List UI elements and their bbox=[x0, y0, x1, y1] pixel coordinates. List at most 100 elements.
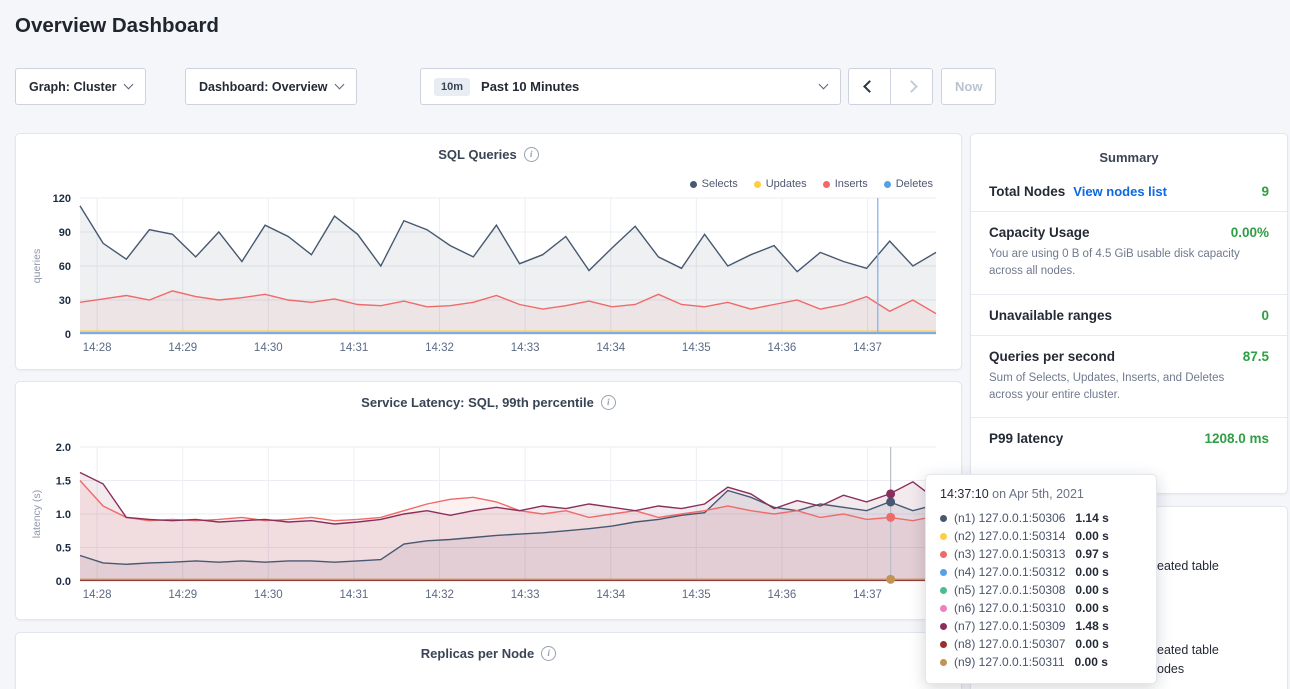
time-nav-group bbox=[848, 68, 933, 105]
summary-title: Summary bbox=[971, 134, 1287, 171]
tooltip-row: (n6) 127.0.0.1:503100.00 s bbox=[940, 599, 1142, 617]
tooltip-date: on Apr 5th, 2021 bbox=[989, 487, 1084, 501]
summary-row-total-nodes: Total Nodes View nodes list 9 bbox=[971, 171, 1287, 211]
svg-text:1.5: 1.5 bbox=[56, 476, 71, 488]
tooltip-rows: (n1) 127.0.0.1:50306 1.14 s (n2) 127.0.0.1… bbox=[940, 509, 1142, 671]
graph-dropdown-label: Graph: Cluster bbox=[29, 80, 117, 94]
legend-item-selects[interactable]: Selects bbox=[690, 178, 738, 190]
legend-dot-icon bbox=[690, 181, 697, 188]
svg-text:14:32: 14:32 bbox=[425, 589, 454, 601]
tooltip-node-label: (n4) 127.0.0.1:50312 bbox=[954, 565, 1065, 579]
series-dot-icon bbox=[940, 569, 947, 576]
summary-block-qps: Queries per second 87.5 Sum of Selects, … bbox=[971, 336, 1287, 418]
now-button-label: Now bbox=[955, 79, 982, 94]
series-dot-icon bbox=[940, 587, 947, 594]
chart-tooltip: 14:37:10 on Apr 5th, 2021 (n1) 127.0.0.1… bbox=[925, 474, 1157, 684]
legend-item-inserts[interactable]: Inserts bbox=[823, 178, 868, 190]
svg-text:30: 30 bbox=[59, 295, 71, 307]
time-range-picker[interactable]: 10m Past 10 Minutes bbox=[420, 68, 841, 105]
svg-text:0: 0 bbox=[65, 329, 71, 341]
svg-text:14:30: 14:30 bbox=[254, 589, 283, 601]
tooltip-row: (n8) 127.0.0.1:503070.00 s bbox=[940, 635, 1142, 653]
graph-dropdown[interactable]: Graph: Cluster bbox=[15, 68, 146, 105]
sql-queries-plot[interactable]: 030609012014:2814:2914:3014:3114:3214:33… bbox=[16, 190, 963, 361]
time-prev-button[interactable] bbox=[848, 68, 891, 105]
chevron-left-icon bbox=[863, 80, 876, 93]
time-range-label: Past 10 Minutes bbox=[481, 79, 579, 94]
legend-label: Inserts bbox=[835, 178, 868, 190]
series-dot-icon bbox=[940, 551, 947, 558]
svg-text:14:34: 14:34 bbox=[596, 589, 625, 601]
legend-label: Deletes bbox=[896, 178, 933, 190]
summary-row-unavailable-ranges: Unavailable ranges 0 bbox=[971, 295, 1287, 335]
series-dot-icon bbox=[940, 641, 947, 648]
sql-chart-legend: Selects Updates Inserts Deletes bbox=[690, 178, 933, 190]
tooltip-node-label: (n3) 127.0.0.1:50313 bbox=[954, 547, 1065, 561]
series-dot-icon bbox=[940, 623, 947, 630]
tooltip-node-label: (n1) 127.0.0.1:50306 bbox=[954, 511, 1065, 525]
unavailable-ranges-label: Unavailable ranges bbox=[989, 308, 1112, 323]
svg-text:14:29: 14:29 bbox=[168, 589, 197, 601]
tooltip-node-value: 0.00 s bbox=[1075, 637, 1108, 651]
total-nodes-value: 9 bbox=[1261, 184, 1269, 199]
overview-dashboard-page: Overview Dashboard Graph: Cluster Dashbo… bbox=[0, 0, 1290, 689]
tooltip-node-value: 1.48 s bbox=[1075, 619, 1108, 633]
sql-queries-title: SQL Queries i bbox=[16, 134, 961, 162]
legend-item-deletes[interactable]: Deletes bbox=[884, 178, 933, 190]
p99-latency-label: P99 latency bbox=[989, 431, 1063, 446]
info-icon[interactable]: i bbox=[601, 395, 616, 410]
svg-text:queries: queries bbox=[31, 249, 43, 283]
unavailable-ranges-value: 0 bbox=[1261, 308, 1269, 323]
legend-dot-icon bbox=[823, 181, 830, 188]
svg-text:1.0: 1.0 bbox=[56, 509, 71, 521]
svg-text:0.5: 0.5 bbox=[56, 543, 71, 555]
legend-label: Updates bbox=[766, 178, 807, 190]
tooltip-time: 14:37:10 bbox=[940, 487, 989, 501]
svg-text:14:31: 14:31 bbox=[340, 589, 369, 601]
tooltip-node-value: 0.00 s bbox=[1075, 601, 1108, 615]
series-dot-icon bbox=[940, 659, 947, 666]
svg-text:90: 90 bbox=[59, 227, 71, 239]
replicas-title: Replicas per Node i bbox=[16, 633, 961, 661]
view-nodes-link[interactable]: View nodes list bbox=[1073, 184, 1167, 199]
tooltip-node-value: 0.00 s bbox=[1075, 583, 1108, 597]
legend-dot-icon bbox=[884, 181, 891, 188]
time-next-button[interactable] bbox=[890, 68, 933, 105]
time-range-chip: 10m bbox=[434, 78, 470, 96]
legend-dot-icon bbox=[754, 181, 761, 188]
svg-text:14:36: 14:36 bbox=[768, 342, 797, 354]
tooltip-row: (n1) 127.0.0.1:50306 1.14 s bbox=[940, 509, 1142, 527]
service-latency-card: Service Latency: SQL, 99th percentile i … bbox=[15, 381, 962, 620]
event-item-fragment[interactable]: eated table bbox=[1157, 559, 1219, 573]
svg-text:14:35: 14:35 bbox=[682, 342, 711, 354]
now-button[interactable]: Now bbox=[941, 68, 996, 105]
svg-text:14:28: 14:28 bbox=[83, 342, 112, 354]
tooltip-row: (n2) 127.0.0.1:503140.00 s bbox=[940, 527, 1142, 545]
svg-text:2.0: 2.0 bbox=[56, 442, 71, 454]
svg-text:14:37: 14:37 bbox=[853, 589, 882, 601]
replicas-per-node-card: Replicas per Node i bbox=[15, 632, 962, 689]
tooltip-row: (n7) 127.0.0.1:50309 1.48 s bbox=[940, 617, 1142, 635]
legend-label: Selects bbox=[702, 178, 738, 190]
svg-text:14:33: 14:33 bbox=[511, 589, 540, 601]
tooltip-node-label: (n7) 127.0.0.1:50309 bbox=[954, 619, 1065, 633]
dashboard-dropdown[interactable]: Dashboard: Overview bbox=[185, 68, 357, 105]
capacity-description: You are using 0 B of 4.5 GiB usable disk… bbox=[971, 246, 1287, 294]
summary-panel: Summary Total Nodes View nodes list 9 Ca… bbox=[970, 133, 1288, 494]
svg-text:14:36: 14:36 bbox=[768, 589, 797, 601]
tooltip-node-label: (n9) 127.0.0.1:50311 bbox=[954, 655, 1065, 669]
tooltip-node-value: 1.14 s bbox=[1075, 511, 1108, 525]
info-icon[interactable]: i bbox=[524, 147, 539, 162]
service-latency-plot[interactable]: 0.00.51.01.52.014:2814:2914:3014:3114:32… bbox=[16, 439, 963, 608]
series-dot-icon bbox=[940, 605, 947, 612]
chevron-down-icon bbox=[819, 80, 829, 90]
info-icon[interactable]: i bbox=[541, 646, 556, 661]
svg-text:latency (s): latency (s) bbox=[31, 490, 43, 538]
event-item-fragment[interactable]: odes bbox=[1157, 662, 1184, 676]
legend-item-updates[interactable]: Updates bbox=[754, 178, 807, 190]
svg-text:14:33: 14:33 bbox=[511, 342, 540, 354]
event-item-fragment[interactable]: eated table bbox=[1157, 643, 1219, 657]
tooltip-row: (n4) 127.0.0.1:503120.00 s bbox=[940, 563, 1142, 581]
chart-title-text: SQL Queries bbox=[438, 147, 517, 162]
tooltip-node-label: (n2) 127.0.0.1:50314 bbox=[954, 529, 1065, 543]
